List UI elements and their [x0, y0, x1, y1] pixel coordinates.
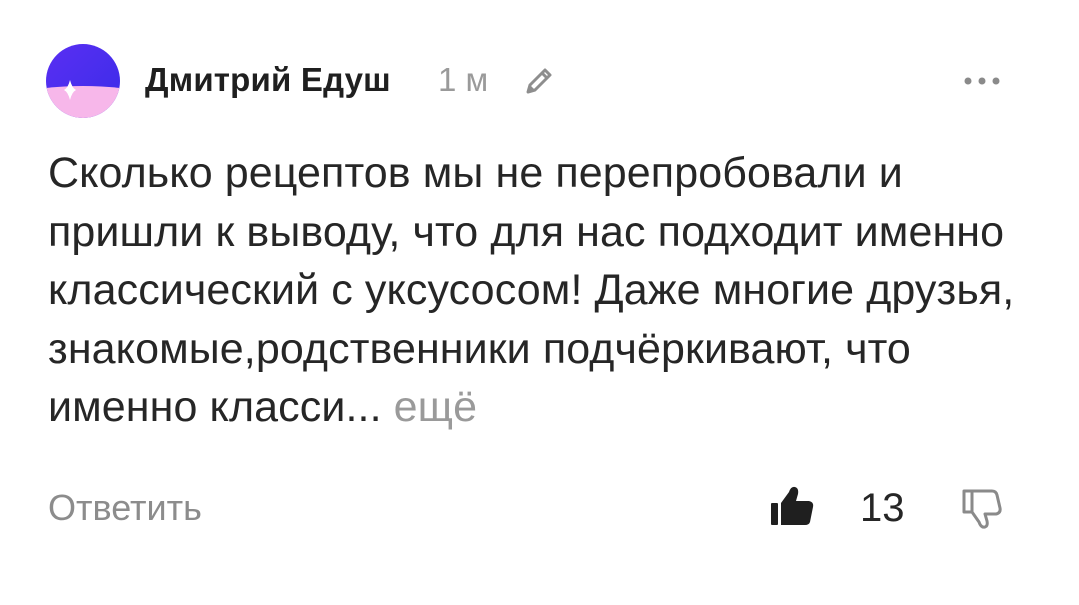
pencil-icon[interactable] — [522, 64, 556, 98]
avatar-image — [46, 44, 120, 118]
comment-time: 1 м — [438, 61, 489, 98]
comment-text: Сколько рецептов мы не перепробовали и п… — [48, 144, 1038, 437]
avatar[interactable] — [46, 44, 120, 118]
thumbs-up-icon[interactable] — [768, 482, 816, 530]
read-more-link[interactable]: ещё — [394, 383, 478, 431]
thumbs-down-icon[interactable] — [958, 486, 1004, 532]
ellipsis-icon[interactable] — [960, 66, 1004, 96]
reply-button[interactable]: Ответить — [48, 486, 202, 530]
author-name[interactable]: Дмитрий Едуш — [145, 60, 391, 100]
comment-body: Сколько рецептов мы не перепробовали и п… — [48, 149, 1015, 431]
like-count: 13 — [860, 486, 905, 530]
comment: Дмитрий Едуш 1 м Сколько рецептов мы не … — [0, 0, 1079, 605]
